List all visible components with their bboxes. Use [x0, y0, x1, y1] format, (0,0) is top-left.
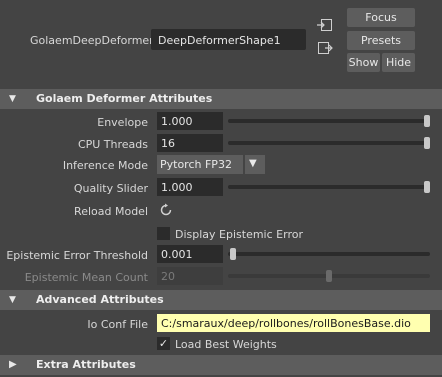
triangle-down-icon: ▼ — [9, 295, 16, 305]
epistemic-error-threshold-label: Epistemic Error Threshold — [6, 249, 148, 262]
epistemic-error-threshold-field[interactable]: 0.001 — [157, 245, 223, 263]
cpu-threads-field[interactable]: 16 — [157, 134, 223, 152]
section-title: Extra Attributes — [36, 358, 136, 371]
inference-mode-dropdown[interactable]: Pytorch FP32 ▼ — [157, 155, 265, 174]
node-name-field[interactable]: DeepDeformerShape1 — [151, 29, 306, 50]
show-button[interactable]: Show — [347, 53, 380, 72]
load-best-weights-checkbox[interactable]: ✓ — [157, 337, 170, 350]
io-conf-file-label: Io Conf File — [87, 318, 148, 331]
envelope-field[interactable]: 1.000 — [157, 112, 223, 130]
quality-slider-field[interactable]: 1.000 — [157, 178, 223, 196]
hide-button[interactable]: Hide — [382, 53, 415, 72]
triangle-right-icon: ▶ — [9, 359, 17, 370]
display-epistemic-error-checkbox[interactable] — [157, 227, 170, 240]
epistemic-error-threshold-slider-thumb[interactable] — [230, 248, 236, 260]
cpu-threads-slider-thumb[interactable] — [424, 137, 430, 149]
triangle-down-icon: ▼ — [9, 94, 16, 104]
load-best-weights-label: Load Best Weights — [175, 338, 277, 351]
cpu-threads-slider[interactable] — [228, 141, 430, 145]
section-deformer-attributes[interactable]: ▼ Golaem Deformer Attributes — [0, 89, 442, 109]
envelope-label: Envelope — [97, 116, 148, 129]
chevron-down-icon: ▼ — [249, 158, 257, 169]
epistemic-error-threshold-slider[interactable] — [228, 252, 430, 256]
epistemic-mean-count-slider-thumb — [326, 270, 332, 282]
io-conf-file-field[interactable]: C:/smaraux/deep/rollbones/rollBonesBase.… — [157, 314, 430, 332]
section-title: Golaem Deformer Attributes — [36, 92, 213, 105]
presets-button[interactable]: Presets — [347, 31, 415, 50]
inference-mode-value: Pytorch FP32 — [160, 158, 232, 171]
epistemic-mean-count-label: Epistemic Mean Count — [24, 271, 148, 284]
section-extra-attributes[interactable]: ▶ Extra Attributes — [0, 355, 442, 375]
cpu-threads-label: CPU Threads — [77, 138, 148, 151]
section-title: Advanced Attributes — [36, 293, 164, 306]
epistemic-mean-count-field: 20 — [157, 267, 223, 285]
output-connection-icon[interactable] — [317, 41, 333, 55]
quality-slider-label: Quality Slider — [73, 182, 148, 195]
node-type-label: GolaemDeepDeformer: — [30, 34, 158, 47]
quality-slider[interactable] — [228, 185, 430, 189]
envelope-slider-thumb[interactable] — [424, 115, 430, 127]
envelope-slider[interactable] — [228, 119, 430, 123]
input-connection-icon[interactable] — [317, 18, 333, 32]
focus-button[interactable]: Focus — [347, 8, 415, 27]
quality-slider-thumb[interactable] — [424, 181, 430, 193]
inference-mode-label: Inference Mode — [62, 159, 148, 172]
refresh-icon[interactable] — [159, 203, 173, 217]
display-epistemic-error-label: Display Epistemic Error — [175, 228, 303, 241]
reload-model-label: Reload Model — [74, 205, 148, 218]
section-advanced-attributes[interactable]: ▼ Advanced Attributes — [0, 290, 442, 310]
